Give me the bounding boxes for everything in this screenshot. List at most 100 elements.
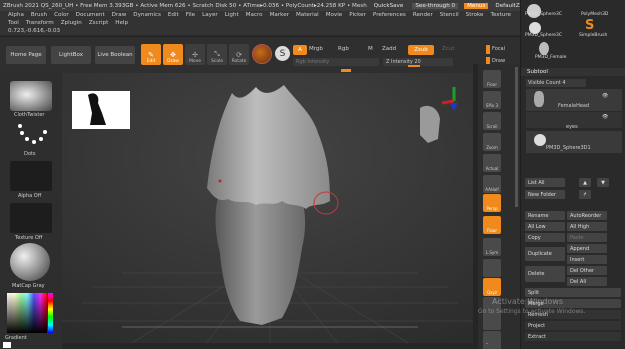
extract-button[interactable]: Extract [525,332,621,341]
subtool-item-sphere[interactable]: PM3D_Sphere3D1 [526,131,622,153]
new-folder-button[interactable]: New Folder [525,190,565,199]
shelf-button-qxyz[interactable]: Qxyz [483,278,501,296]
home-page-button[interactable]: Home Page [6,46,46,64]
rgb-intensity-slider[interactable]: Rgb Intensity [293,58,379,66]
shelf-button-floor[interactable]: Floor [483,216,501,234]
subtool-item-eyes[interactable]: eyes 👁 [526,112,622,130]
eyes-visibility-icon[interactable]: 👁 [602,114,608,120]
auto-reorder-button[interactable]: AutoReorder [567,211,607,220]
menu-zplugin[interactable]: Zplugin [61,20,82,26]
menu-document[interactable]: Document [76,12,105,18]
menu-edit[interactable]: Edit [168,12,179,18]
cloth-brush-icon[interactable] [10,81,52,111]
split-button[interactable]: Split [525,288,621,297]
rename-button[interactable]: Rename [525,211,565,220]
shelf-button-actual[interactable]: Actual [483,154,501,172]
alpha-thumbnail[interactable] [10,161,52,191]
see-through-slider[interactable]: See-through 0 [412,2,459,9]
subtool-header[interactable]: Subtool [521,68,625,76]
menu-picker[interactable]: Picker [349,12,366,18]
right-shelf-scrollbar[interactable] [473,64,478,349]
menu-layer[interactable]: Layer [202,12,218,18]
dots-stroke-icon[interactable] [10,120,52,150]
right-shelf-scroll-thumb[interactable] [515,67,518,207]
color-picker[interactable] [7,293,47,333]
menu-light[interactable]: Light [225,12,239,18]
edit-button[interactable]: ✎ Edit [141,44,161,65]
del-all-button[interactable]: Del All [567,277,607,286]
draw-button[interactable]: ✥ Draw [163,44,183,65]
scale-button[interactable]: ⤡ Scale [207,44,227,65]
menu-transform[interactable]: Transform [26,20,54,26]
list-all-button[interactable]: List All [525,178,565,187]
insert-button[interactable]: Insert [567,255,607,264]
menu-texture[interactable]: Texture [491,12,511,18]
rgb-toggle[interactable]: Rgb [338,46,349,52]
arrow-icon[interactable]: ↱ [579,190,591,199]
paste-button[interactable]: Paste [567,233,607,242]
m-toggle[interactable]: M [368,46,373,52]
menu-alpha[interactable]: Alpha [8,12,24,18]
zsub-toggle[interactable]: Zsub [408,45,434,55]
project-button[interactable]: Project [525,321,621,330]
menus-toggle[interactable]: Menus [464,2,489,9]
menu-draw[interactable]: Draw [112,12,127,18]
main-color-swatch[interactable] [3,342,11,348]
menu-movie[interactable]: Movie [326,12,343,18]
menu-stroke[interactable]: Stroke [466,12,484,18]
shelf-button-move[interactable]: Move [483,344,501,349]
move-up-icon[interactable]: ▲ [579,178,591,187]
menu-color[interactable]: Color [54,12,69,18]
texture-thumbnail[interactable] [10,203,52,233]
material-sphere-icon[interactable] [252,44,272,64]
delete-button[interactable]: Delete [525,266,565,282]
menu-material[interactable]: Material [296,12,319,18]
duplicate-button[interactable]: Duplicate [525,247,565,261]
shelf-button-floor[interactable]: Floor [483,70,501,88]
move-button[interactable]: ✢ Move [185,44,205,65]
menu-preferences[interactable]: Preferences [373,12,406,18]
append-button[interactable]: Append [567,244,607,253]
menu-brush[interactable]: Brush [31,12,47,18]
menu-stencil[interactable]: Stencil [440,12,459,18]
menu-help[interactable]: Help [115,20,128,26]
mrgb-toggle[interactable]: Mrgb [309,46,323,52]
shelf-button-scroll[interactable]: Scroll [483,112,501,130]
shelf-button-zoom[interactable]: Zoom [483,133,501,151]
menu-tool[interactable]: Tool [8,20,19,26]
gradient-label[interactable]: Gradient [5,335,27,341]
simple-brush-icon[interactable]: S [585,18,594,33]
shelf-button-persp[interactable]: Persp [483,194,501,212]
menu-macro[interactable]: Macro [246,12,263,18]
menu-dynamics[interactable]: Dynamics [133,12,161,18]
visibility-eye-icon[interactable]: 👁 [602,93,608,99]
shelf-button-spix-3[interactable]: SPix 3 [483,91,501,109]
quicksave-button[interactable]: QuickSave [371,3,407,9]
zadd-toggle[interactable]: Zadd [382,46,396,52]
hue-strip[interactable] [48,293,53,333]
lightbox-button[interactable]: LightBox [51,46,91,64]
viewport-canvas[interactable] [62,73,478,349]
live-boolean-button[interactable]: Live Boolean [95,46,135,64]
del-other-button[interactable]: Del Other [567,266,607,275]
matcap-sphere-icon[interactable] [10,243,50,281]
all-high-button[interactable]: All High [567,222,607,231]
color-swap-icon[interactable]: S [275,46,290,61]
shelf-button-icon-9[interactable] [483,259,501,277]
menu-zscript[interactable]: Zscript [89,20,108,26]
menu-marker[interactable]: Marker [270,12,289,18]
a-toggle[interactable]: A [293,45,307,55]
copy-button[interactable]: Copy [525,233,565,242]
menu-file[interactable]: File [186,12,195,18]
all-low-button[interactable]: All Low [525,222,565,231]
zcut-toggle[interactable]: Zcut [442,46,454,52]
shelf-button-l-sym[interactable]: L.Sym [483,238,501,256]
rotate-button[interactable]: ⟳ Rotate [229,44,249,65]
shelf-button-aahalf[interactable]: AAHalf [483,175,501,193]
menu-render[interactable]: Render [413,12,433,18]
visible-count-slider[interactable]: Visible Count 4 [526,79,586,87]
move-down-icon[interactable]: ▼ [597,178,609,187]
subtool-item-femalehead[interactable]: FemaleHead 👁 [526,89,622,111]
tool-thumb-5[interactable] [539,42,549,55]
focal-shift-label[interactable]: Focal [492,46,505,52]
